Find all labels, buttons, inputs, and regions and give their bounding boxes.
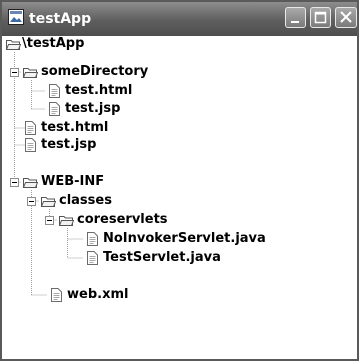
tree-node-label: classes [59,193,112,208]
tree-node-label: test.html [65,83,133,98]
minimize-icon [291,21,299,23]
tree-node-file[interactable]: test.jsp [46,101,120,117]
tree-node-label: TestServlet.java [103,250,221,265]
tree-node-file[interactable]: test.html [22,120,108,136]
open-folder-icon [5,40,21,50]
maximize-button[interactable] [310,7,331,28]
window-title: testApp [29,11,92,27]
tree-node-file[interactable]: TestServlet.java [84,250,221,266]
file-icon [87,251,98,265]
tree-node-file[interactable]: web.xml [48,287,128,303]
minimize-button[interactable] [285,7,306,28]
close-button[interactable] [335,7,357,28]
file-icon [25,138,36,152]
tree-node-label: \testApp [22,36,85,51]
open-folder-icon [22,68,38,78]
tree-node-label: test.jsp [41,137,97,152]
tree-node-label: test.html [41,120,109,135]
file-icon [49,102,60,116]
title-bar[interactable]: testApp [2,2,357,36]
collapse-classes-toggle[interactable] [27,197,36,206]
file-icon [51,288,62,302]
tree-node-label: someDirectory [41,64,149,79]
tree-node-file[interactable]: NoInvokerServlet.java [84,231,266,247]
collapse-web-inf-toggle[interactable] [10,178,19,187]
file-icon [25,121,36,135]
collapse-coreservlets-toggle[interactable] [45,216,54,225]
app-icon [8,9,24,25]
tree-node-root[interactable]: \testApp [5,36,84,52]
file-icon [87,232,98,246]
open-folder-icon [40,197,56,207]
tree-node-folder[interactable]: WEB-INF [22,174,104,190]
tree-node-label: WEB-INF [41,174,105,189]
tree-node-folder[interactable]: classes [40,193,112,209]
tree-node-label: web.xml [67,287,129,302]
tree-node-folder[interactable]: coreservlets [58,212,168,228]
app-window: testApp \testApp someDirectory test.html… [0,0,359,361]
file-icon [49,84,60,98]
open-folder-icon [22,178,38,188]
tree-node-file[interactable]: test.jsp [22,137,96,153]
tree-node-label: coreservlets [77,212,168,227]
tree-node-file[interactable]: test.html [46,83,132,99]
tree-node-label: NoInvokerServlet.java [103,231,266,246]
tree-node-folder[interactable]: someDirectory [22,64,148,80]
tree-node-label: test.jsp [65,101,121,116]
file-tree[interactable]: \testApp someDirectory test.html test.js… [2,36,357,359]
close-icon [340,11,352,23]
open-folder-icon [58,216,74,226]
maximize-icon [314,11,327,24]
collapse-someDirectory-toggle[interactable] [10,68,19,77]
